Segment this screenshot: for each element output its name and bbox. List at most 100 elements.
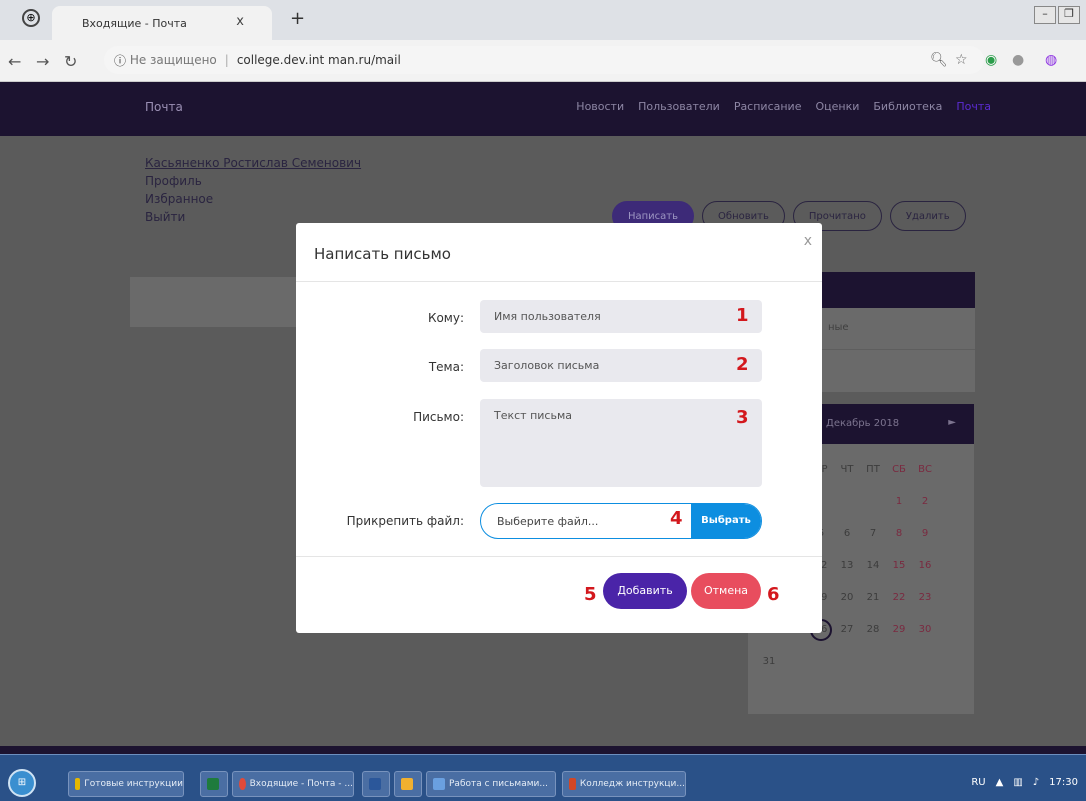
folder-icon <box>75 778 81 790</box>
body-textarea[interactable]: Текст письма <box>480 399 762 487</box>
menu-schedule[interactable]: Расписание <box>734 100 802 113</box>
calendar-weekday: СБ <box>892 464 906 475</box>
browser-toolbar: ← → ↻ ⓘ Не защищено | college.dev.int ma… <box>0 40 1086 82</box>
taskbar-item-instructions[interactable]: Готовые инструкции <box>68 771 184 797</box>
address-bar[interactable]: ⓘ Не защищено | college.dev.int man.ru/m… <box>104 46 984 74</box>
menu-news[interactable]: Новости <box>576 100 624 113</box>
calendar-day <box>834 488 860 520</box>
calendar-day[interactable]: 16 <box>912 552 938 584</box>
restore-icon[interactable]: ❐ <box>1058 6 1080 24</box>
calendar-day[interactable]: 27 <box>834 616 860 648</box>
site-header: Почта Новости Пользователи Расписание Оц… <box>0 82 1086 136</box>
taskbar-item-college[interactable]: Колледж инструкци... <box>562 771 686 797</box>
calendar-day[interactable]: 20 <box>834 584 860 616</box>
calendar-next-icon[interactable]: ► <box>948 417 956 428</box>
taskbar-item-label: Входящие - Почта - ... <box>249 779 353 789</box>
user-block: Касьяненко Ростислав Семенович Профиль И… <box>145 154 361 226</box>
calendar-day[interactable]: 28 <box>860 616 886 648</box>
new-tab-button[interactable]: + <box>290 8 305 29</box>
calendar-day[interactable]: 8 <box>886 520 912 552</box>
calendar-day[interactable]: 31 <box>756 648 782 680</box>
menu-library[interactable]: Библиотека <box>873 100 942 113</box>
calendar-month: Декабрь 2018 <box>826 418 900 429</box>
attach-label: Прикрепить файл: <box>346 514 464 528</box>
site-brand[interactable]: Почта <box>145 100 183 114</box>
calendar-day <box>834 648 860 680</box>
right-panel-row[interactable]: ные <box>820 308 975 350</box>
calendar-day[interactable]: 15 <box>886 552 912 584</box>
calendar-weekday: ЧТ <box>840 464 854 475</box>
calendar-day[interactable]: 29 <box>886 616 912 648</box>
marker-2: 2 <box>736 354 749 375</box>
address-url: college.dev.int man.ru/mail <box>236 53 401 67</box>
back-icon[interactable]: ← <box>8 52 21 71</box>
network-icon[interactable]: ▥ <box>1013 777 1022 788</box>
calendar-day[interactable]: 7 <box>860 520 886 552</box>
calendar-day[interactable]: 1 <box>886 488 912 520</box>
user-favorites-link[interactable]: Избранное <box>145 190 361 208</box>
chrome-icon <box>239 778 246 790</box>
browser-tab-strip: ⊕ Входящие - Почта x + – ❐ <box>0 0 1086 40</box>
menu-users[interactable]: Пользователи <box>638 100 720 113</box>
taskbar-item-paint[interactable] <box>394 771 422 797</box>
calendar-day[interactable]: 21 <box>860 584 886 616</box>
user-profile-link[interactable]: Профиль <box>145 172 361 190</box>
start-button[interactable]: ⊞ <box>8 769 36 797</box>
calendar-weekday: ВС <box>918 464 932 475</box>
marker-1: 1 <box>736 305 749 326</box>
calendar-day[interactable]: 22 <box>886 584 912 616</box>
site-menu: Новости Пользователи Расписание Оценки Б… <box>576 100 991 113</box>
taskbar-item-label: Работа с письмами... <box>449 779 548 789</box>
calendar-day <box>860 488 886 520</box>
calendar-day[interactable]: 2 <box>912 488 938 520</box>
calendar-day[interactable]: 13 <box>834 552 860 584</box>
site-footer-bar <box>0 746 1086 754</box>
choose-file-button[interactable]: Выбрать <box>691 504 761 538</box>
insecure-label: Не защищено <box>129 53 217 67</box>
marker-6: 6 <box>767 584 780 605</box>
subject-input[interactable]: Заголовок письма <box>480 349 762 382</box>
tray-arrow-icon[interactable]: ▲ <box>996 777 1004 788</box>
calendar-day[interactable]: 6 <box>834 520 860 552</box>
calendar-day <box>808 648 834 680</box>
browser-tab-inbox[interactable]: Входящие - Почта x <box>52 6 272 40</box>
bookmark-star-icon[interactable]: ☆ <box>955 52 968 68</box>
modal-close-icon[interactable]: x <box>804 233 812 249</box>
tab-close-icon[interactable]: x <box>236 14 244 29</box>
paint-icon <box>401 778 413 790</box>
taskbar-item-mail-work[interactable]: Работа с письмами... <box>426 771 556 797</box>
menu-grades[interactable]: Оценки <box>815 100 859 113</box>
user-name-link[interactable]: Касьяненко Ростислав Семенович <box>145 154 361 172</box>
calendar-day[interactable]: 23 <box>912 584 938 616</box>
info-icon[interactable]: ⓘ <box>114 52 130 69</box>
window-controls: – ❐ <box>1032 6 1080 24</box>
document-icon <box>433 778 445 790</box>
taskbar-item-excel[interactable] <box>200 771 228 797</box>
delete-button[interactable]: Удалить <box>889 201 966 231</box>
minimize-icon[interactable]: – <box>1034 6 1056 24</box>
to-input[interactable]: Имя пользователя <box>480 300 762 333</box>
subject-label: Тема: <box>428 360 464 374</box>
calendar-day[interactable]: 30 <box>912 616 938 648</box>
zoom-icon[interactable]: 🔍︎ <box>930 52 948 68</box>
browser-app-icon[interactable]: ⊕ <box>22 9 40 27</box>
modal-footer-divider <box>296 556 822 557</box>
clock[interactable]: 17:30 <box>1049 777 1078 788</box>
profile-avatar-icon[interactable]: ◍ <box>1045 52 1057 68</box>
to-label: Кому: <box>427 311 464 325</box>
language-indicator[interactable]: RU <box>971 777 985 788</box>
extension-gray-icon[interactable]: ● <box>1012 52 1024 68</box>
reload-icon[interactable]: ↻ <box>64 52 77 71</box>
calendar-day[interactable]: 9 <box>912 520 938 552</box>
add-button[interactable]: Добавить <box>603 573 687 609</box>
extension-green-icon[interactable]: ◉ <box>985 52 997 68</box>
menu-mail[interactable]: Почта <box>956 100 991 113</box>
calendar-day[interactable]: 14 <box>860 552 886 584</box>
taskbar-item-word[interactable] <box>362 771 390 797</box>
forward-icon[interactable]: → <box>36 52 49 71</box>
taskbar-item-label: Готовые инструкции <box>84 779 183 789</box>
taskbar-item-chrome[interactable]: Входящие - Почта - ... <box>232 771 354 797</box>
cancel-button[interactable]: Отмена <box>691 573 761 609</box>
volume-icon[interactable]: ♪ <box>1033 777 1039 788</box>
attach-file-field[interactable]: Выберите файл... Выбрать <box>480 503 762 539</box>
